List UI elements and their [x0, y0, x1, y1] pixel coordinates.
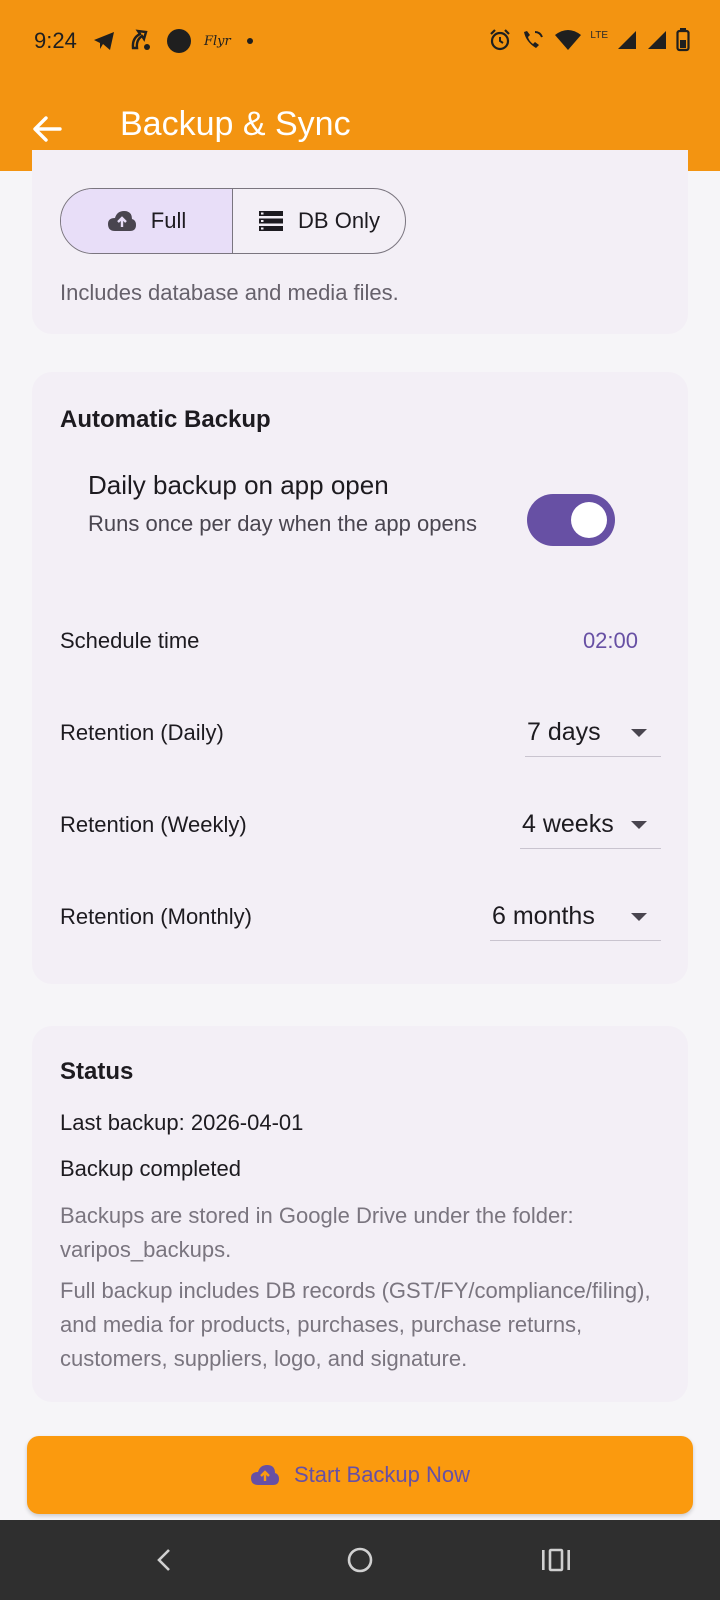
retention-monthly-label: Retention (Monthly) [60, 904, 252, 929]
caret-down-icon [631, 820, 647, 829]
backup-mode-selector: Full DB Only [60, 188, 406, 254]
start-backup-label: Start Backup Now [293, 1462, 471, 1487]
retention-weekly-dropdown[interactable]: 4 weeks [520, 801, 661, 849]
alarm-icon [490, 29, 511, 51]
toggle-thumb [571, 502, 607, 538]
recents-icon [542, 1548, 570, 1572]
nav-back-button[interactable] [142, 1538, 186, 1582]
automatic-backup-title: Automatic Backup [60, 406, 271, 433]
storage-icon [259, 211, 284, 231]
battery-icon [676, 28, 690, 52]
caret-down-icon [631, 728, 647, 737]
mode-db-only-option[interactable]: DB Only [233, 189, 405, 253]
retention-monthly-dropdown[interactable]: 6 months [490, 893, 661, 941]
daily-backup-toggle[interactable] [527, 494, 615, 546]
mode-db-only-label: DB Only [298, 208, 380, 233]
signal-icon [618, 31, 636, 49]
circle-dot-icon [167, 29, 191, 53]
storage-note: Backups are stored in Google Drive under… [60, 1203, 574, 1262]
wifi-icon [555, 30, 582, 50]
mode-description: Includes database and media files. [60, 280, 399, 305]
home-circle-icon [347, 1547, 373, 1573]
signal-icon [648, 31, 666, 49]
retention-monthly-value: 6 months [492, 902, 595, 930]
dot-icon [246, 38, 253, 44]
system-nav-bar [0, 1520, 720, 1600]
arrow-left-icon [33, 116, 62, 142]
call-forward-icon [131, 29, 150, 50]
retention-weekly-label: Retention (Weekly) [60, 812, 247, 837]
carrier-label: Flyr [204, 33, 231, 49]
daily-backup-label: Daily backup on app open [88, 470, 389, 500]
cloud-upload-icon [250, 1465, 279, 1485]
caret-down-icon [631, 912, 647, 921]
nav-recents-button[interactable] [534, 1538, 578, 1582]
start-backup-button[interactable]: Start Backup Now [27, 1436, 693, 1514]
telegram-icon [94, 32, 114, 50]
notification-icons: Flyr [92, 28, 257, 54]
system-icons: LTE [488, 28, 690, 52]
schedule-time-value[interactable]: 02:00 [583, 628, 638, 654]
status-message: Backup completed [60, 1156, 241, 1181]
status-time: 9:24 [34, 28, 77, 53]
full-backup-note: Full backup includes DB records (GST/FY/… [60, 1278, 651, 1371]
schedule-time-label: Schedule time [60, 628, 200, 653]
cloud-upload-icon [107, 211, 136, 231]
page-title: Backup & Sync [120, 105, 351, 143]
last-backup-text: Last backup: 2026-04-01 [60, 1110, 304, 1135]
status-bar: 9:24 Flyr LTE [0, 0, 720, 86]
retention-daily-dropdown[interactable]: 7 days [525, 709, 661, 757]
nav-home-button[interactable] [338, 1538, 382, 1582]
retention-daily-label: Retention (Daily) [60, 720, 224, 745]
retention-daily-value: 7 days [527, 718, 601, 746]
chevron-left-icon [157, 1549, 170, 1571]
daily-backup-sublabel: Runs once per day when the app opens [88, 511, 477, 536]
mode-full-option[interactable]: Full [61, 189, 233, 253]
mode-full-label: Full [150, 208, 187, 233]
status-title: Status [60, 1058, 134, 1085]
retention-weekly-value: 4 weeks [522, 810, 614, 838]
network-type: LTE [590, 29, 608, 41]
wifi-call-icon [524, 31, 544, 48]
back-button[interactable] [26, 108, 68, 150]
